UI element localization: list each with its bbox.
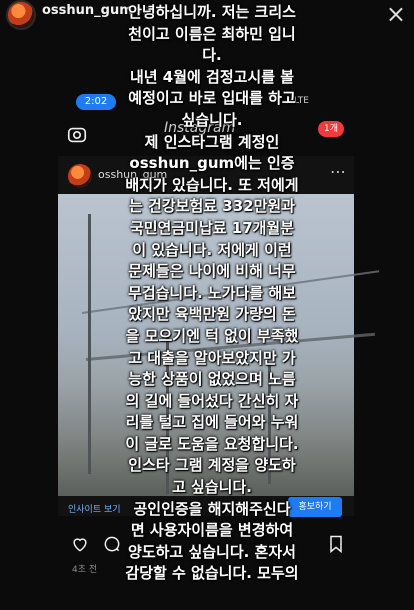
more-icon[interactable]: ⋯ [330,162,346,181]
heart-icon[interactable] [70,534,90,554]
photo-pole [88,214,91,474]
camera-icon[interactable] [66,124,88,146]
avatar[interactable] [6,0,36,30]
close-icon[interactable]: × [386,2,406,26]
post-avatar[interactable] [68,164,92,188]
story-text-overlay: 안녕하십니까. 저는 크리스 천이고 이름은 최하민 입니 다. 내년 4월에 … [125,3,299,583]
